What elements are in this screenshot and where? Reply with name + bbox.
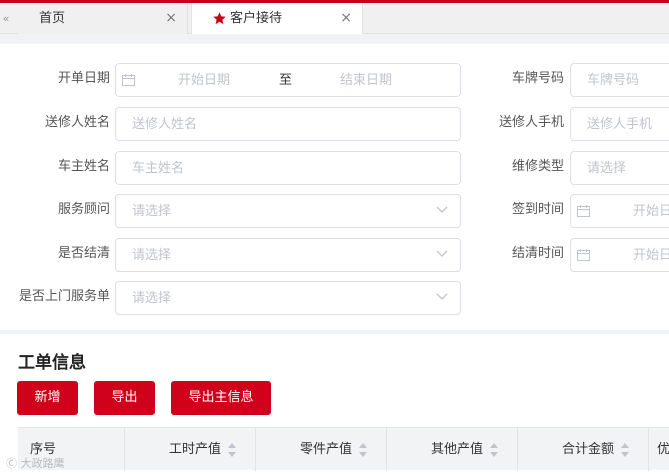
- settled-placeholder: 请选择: [132, 248, 172, 263]
- repair-type-placeholder: 请选择: [587, 161, 627, 176]
- chevron-down-icon: [436, 206, 448, 213]
- order-date-end-input[interactable]: 结束日期: [340, 72, 392, 89]
- chevron-down-icon: [436, 293, 448, 300]
- column-header-labor[interactable]: 工时产值: [125, 428, 256, 471]
- add-button[interactable]: 新增: [17, 381, 78, 415]
- sort-icon[interactable]: [489, 442, 499, 458]
- plate-input[interactable]: 车牌号码: [570, 63, 669, 97]
- onsite-placeholder: 请选择: [132, 291, 172, 306]
- order-date-start-input[interactable]: 开始日期: [178, 72, 230, 89]
- sort-icon[interactable]: [358, 442, 368, 458]
- settle-time-picker[interactable]: 开始日: [570, 238, 669, 272]
- settle-time-label: 结清时间: [511, 246, 564, 261]
- column-header-truncated: 优: [649, 428, 669, 471]
- settle-time-placeholder: 开始日: [633, 248, 669, 263]
- repair-type-select[interactable]: 请选择: [570, 151, 669, 185]
- calendar-icon: [577, 205, 590, 217]
- column-header-label: 工时产值: [168, 442, 221, 457]
- sender-phone-placeholder: 送修人手机: [587, 117, 653, 132]
- column-header-label: 合计金额: [561, 442, 614, 457]
- tab-home[interactable]: 首页 ×: [18, 3, 188, 34]
- tab-customer-reception-close-icon[interactable]: ×: [340, 3, 352, 34]
- chevron-down-icon: [436, 250, 448, 257]
- order-date-separator: 至: [279, 73, 293, 88]
- column-header-label: 其他产值: [430, 442, 483, 457]
- checkin-time-picker[interactable]: 开始日: [570, 194, 669, 228]
- onsite-label: 是否上门服务单: [18, 289, 110, 304]
- column-header-label: 零件产值: [299, 442, 352, 457]
- checkin-time-placeholder: 开始日: [633, 204, 669, 219]
- sender-phone-input[interactable]: 送修人手机: [570, 107, 669, 141]
- settled-select[interactable]: 请选择: [115, 238, 461, 272]
- column-header-total[interactable]: 合计金额: [518, 428, 649, 471]
- advisor-placeholder: 请选择: [132, 204, 172, 219]
- advisor-select[interactable]: 请选择: [115, 194, 461, 228]
- owner-name-label: 车主姓名: [57, 159, 110, 174]
- sender-name-input[interactable]: 送修人姓名: [115, 107, 461, 141]
- calendar-icon: [577, 249, 590, 261]
- tab-scroll-left-button[interactable]: «: [0, 3, 12, 34]
- sender-name-label: 送修人姓名: [44, 115, 110, 130]
- sender-phone-label: 送修人手机: [498, 115, 564, 130]
- tab-bar: « 首页 × 客户接待 ×: [0, 3, 669, 34]
- column-header-label: 优: [657, 442, 669, 457]
- tab-customer-reception[interactable]: 客户接待 ×: [191, 3, 363, 34]
- onsite-select[interactable]: 请选择: [115, 281, 461, 315]
- watermark: Ⓒ 大政路鹰: [6, 457, 65, 470]
- owner-name-input[interactable]: 车主姓名: [115, 151, 461, 185]
- advisor-label: 服务顾问: [57, 202, 110, 217]
- column-header-other[interactable]: 其他产值: [387, 428, 518, 471]
- calendar-icon: [122, 74, 135, 86]
- plate-label: 车牌号码: [511, 71, 564, 86]
- sort-icon[interactable]: [227, 442, 237, 458]
- checkin-time-label: 签到时间: [511, 202, 564, 217]
- table-header: 序号 工时产值 零件产值 其他产值 合计金额 优: [18, 427, 669, 471]
- plate-placeholder: 车牌号码: [587, 73, 640, 88]
- tab-customer-reception-label: 客户接待: [230, 11, 283, 26]
- sort-icon[interactable]: [620, 442, 630, 458]
- column-header-parts[interactable]: 零件产值: [256, 428, 387, 471]
- order-date-label: 开单日期: [57, 71, 110, 86]
- export-main-info-button[interactable]: 导出主信息: [171, 381, 271, 415]
- export-button[interactable]: 导出: [94, 381, 155, 415]
- settled-label: 是否结清: [57, 246, 110, 261]
- sender-name-placeholder: 送修人姓名: [132, 117, 198, 132]
- work-orders-section: 工单信息 新增 导出 导出主信息 序号 工时产值 零件产值 其他产值 合计金额 …: [0, 334, 669, 476]
- work-orders-title: 工单信息: [18, 353, 86, 373]
- filter-panel: 开单日期 开始日期 至 结束日期 车牌号码 车牌号码 送修人姓名 送修人姓名 送…: [0, 44, 669, 330]
- tab-home-close-icon[interactable]: ×: [165, 3, 177, 34]
- tab-home-label: 首页: [39, 11, 66, 26]
- star-icon: [213, 12, 226, 25]
- order-date-range[interactable]: 开始日期 至 结束日期: [115, 63, 461, 97]
- repair-type-label: 维修类型: [511, 159, 564, 174]
- owner-name-placeholder: 车主姓名: [132, 161, 185, 176]
